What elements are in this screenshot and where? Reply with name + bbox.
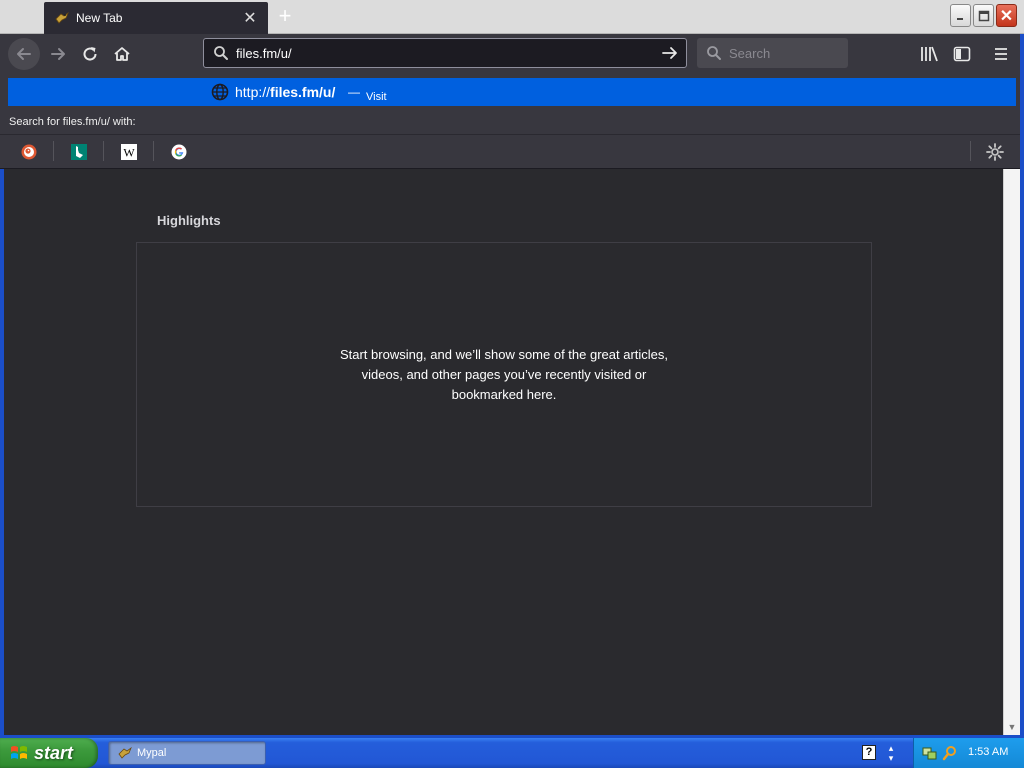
reload-button[interactable] bbox=[74, 38, 106, 70]
bing-icon[interactable] bbox=[69, 142, 89, 162]
back-arrow-icon bbox=[17, 48, 31, 60]
search-input[interactable] bbox=[729, 45, 839, 61]
hamburger-icon bbox=[995, 48, 1007, 60]
suggestion-url: http://files.fm/u/ bbox=[235, 84, 336, 100]
taskbar-item-mypal[interactable]: Mypal bbox=[108, 741, 266, 765]
suggestion-action-label: Visit bbox=[366, 91, 387, 103]
home-button[interactable] bbox=[106, 38, 138, 70]
go-arrow-icon[interactable] bbox=[658, 41, 682, 65]
tab-close-icon[interactable]: ✕ bbox=[240, 8, 260, 28]
url-suggestions-popup: http://files.fm/u/ — Visit Search for fi… bbox=[0, 74, 1024, 169]
highlights-empty-state: Start browsing, and we’ll show some of t… bbox=[136, 242, 872, 507]
url-input[interactable] bbox=[236, 45, 658, 61]
wikipedia-icon[interactable]: W bbox=[119, 142, 139, 162]
mypal-app-icon bbox=[117, 745, 133, 761]
menu-button[interactable] bbox=[990, 44, 1012, 64]
tab-new-tab[interactable]: New Tab ✕ bbox=[44, 2, 268, 34]
suggestion-separator: — bbox=[348, 85, 360, 99]
navigation-toolbar bbox=[0, 34, 1024, 74]
highlights-heading: Highlights bbox=[157, 213, 221, 228]
help-icon[interactable]: ? bbox=[862, 745, 876, 760]
window-frame-right bbox=[1020, 34, 1024, 736]
address-bar[interactable] bbox=[203, 38, 687, 68]
vertical-scrollbar[interactable]: ▼ bbox=[1003, 169, 1020, 735]
network-icon[interactable] bbox=[922, 745, 938, 761]
taskbar: start Mypal ? ▴ ▾ 1:53 AM bbox=[0, 738, 1024, 768]
mypal-favicon-icon bbox=[54, 10, 70, 26]
minimize-window-button[interactable] bbox=[950, 4, 971, 27]
language-bar-icon[interactable]: ▴ ▾ bbox=[884, 743, 898, 763]
reload-icon bbox=[83, 47, 97, 61]
forward-arrow-icon bbox=[51, 48, 65, 60]
search-icon bbox=[705, 44, 723, 62]
start-label: start bbox=[34, 742, 74, 763]
one-off-search-engines: W bbox=[0, 134, 1024, 168]
engine-divider bbox=[970, 141, 971, 161]
engine-divider bbox=[53, 141, 54, 161]
duckduckgo-icon[interactable] bbox=[19, 142, 39, 162]
back-button[interactable] bbox=[8, 38, 40, 70]
taskbar-item-label: Mypal bbox=[137, 747, 167, 759]
window-frame-left bbox=[0, 169, 4, 736]
close-window-button[interactable]: ✕ bbox=[996, 4, 1017, 27]
home-icon bbox=[114, 47, 130, 61]
engine-divider bbox=[103, 141, 104, 161]
new-tab-page: Highlights Start browsing, and we’ll sho… bbox=[4, 169, 1003, 735]
search-with-label: Search for files.fm/u/ with: bbox=[9, 116, 136, 128]
globe-icon bbox=[211, 83, 229, 101]
search-tray-icon[interactable] bbox=[942, 745, 958, 761]
engine-divider bbox=[153, 141, 154, 161]
google-icon[interactable] bbox=[169, 142, 189, 162]
sidebar-icon bbox=[953, 46, 971, 62]
scroll-down-icon[interactable]: ▼ bbox=[1007, 722, 1017, 732]
library-button[interactable] bbox=[918, 44, 940, 64]
system-tray: 1:53 AM bbox=[913, 738, 1024, 768]
new-tab-plus-icon[interactable]: + bbox=[274, 5, 296, 27]
tab-title: New Tab bbox=[76, 11, 123, 25]
search-bar[interactable] bbox=[697, 38, 848, 68]
svg-text:W: W bbox=[123, 146, 135, 160]
start-button[interactable]: start bbox=[0, 738, 98, 768]
url-suggestion-row[interactable]: http://files.fm/u/ — Visit bbox=[8, 78, 1016, 106]
sidebar-toggle-button[interactable] bbox=[951, 44, 973, 64]
title-bar: New Tab ✕ + ✕ bbox=[0, 0, 1024, 34]
maximize-window-button[interactable] bbox=[973, 4, 994, 27]
search-settings-gear-icon[interactable] bbox=[985, 142, 1005, 162]
clock: 1:53 AM bbox=[968, 746, 1009, 758]
library-icon bbox=[921, 46, 938, 62]
highlights-empty-message: Start browsing, and we’ll show some of t… bbox=[339, 346, 669, 402]
windows-flag-icon bbox=[9, 743, 29, 763]
search-icon bbox=[212, 44, 230, 62]
forward-button[interactable] bbox=[42, 38, 74, 70]
